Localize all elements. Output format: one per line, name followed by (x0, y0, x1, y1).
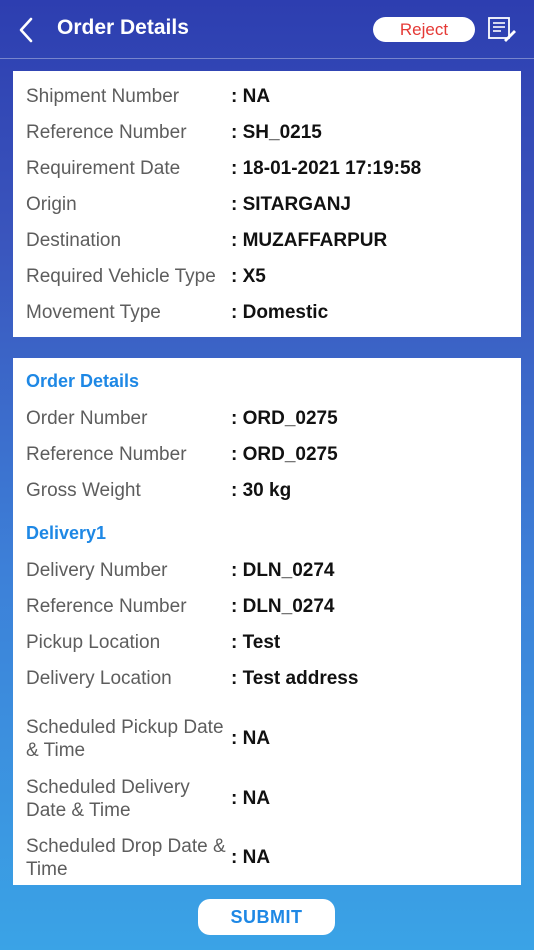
field-value: : 30 kg (231, 480, 292, 501)
field-label: Reference Number (26, 596, 187, 617)
delivery-heading: Delivery1 (26, 523, 107, 543)
field-label: Delivery Location (26, 668, 172, 689)
field-value: : NA (231, 86, 271, 107)
header-divider (0, 58, 534, 59)
field-value: : MUZAFFARPUR (231, 230, 388, 251)
field-value: : X5 (231, 266, 266, 287)
field-value: : NA (231, 728, 271, 749)
submit-button[interactable]: SUBMIT (198, 899, 335, 935)
field-label: Scheduled Delivery Date & Time (26, 777, 190, 821)
field-label: Pickup Location (26, 632, 161, 653)
reject-button[interactable]: Reject (373, 17, 475, 42)
field-label: Requirement Date (26, 158, 181, 179)
app-header: Order Details Reject (0, 0, 534, 58)
field-value: : ORD_0275 (231, 408, 338, 429)
field-value: : DLN_0274 (231, 596, 335, 617)
field-value: : SH_0215 (231, 122, 322, 143)
field-value: : DLN_0274 (231, 560, 335, 581)
field-value: : Domestic (231, 302, 329, 323)
field-value: : NA (231, 847, 271, 868)
field-label: Destination (26, 230, 122, 251)
page-title: Order Details (57, 16, 189, 39)
chevron-left-icon[interactable] (14, 16, 40, 44)
field-label: Reference Number (26, 444, 187, 465)
field-value: : Test address (231, 668, 359, 689)
field-value: : SITARGANJ (231, 194, 351, 215)
field-value: : ORD_0275 (231, 444, 338, 465)
field-label: Delivery Number (26, 560, 168, 581)
field-label: Required Vehicle Type (26, 266, 216, 287)
field-label: Scheduled Drop Date & Time (26, 836, 226, 880)
order-details-heading: Order Details (26, 371, 140, 391)
field-label: Origin (26, 194, 77, 215)
field-label: Reference Number (26, 122, 187, 143)
field-label: Order Number (26, 408, 148, 429)
field-value: : 18-01-2021 17:19:58 (231, 158, 422, 179)
shipment-card: Shipment Number : NA Reference Number : … (13, 71, 521, 337)
order-card: Order Details Order Number : ORD_0275 Re… (13, 358, 521, 885)
field-label: Shipment Number (26, 86, 180, 107)
notes-edit-icon[interactable] (487, 15, 517, 45)
field-label: Gross Weight (26, 480, 141, 501)
field-label: Movement Type (26, 302, 161, 323)
field-value: : Test (231, 632, 281, 653)
field-label: Scheduled Pickup Date & Time (26, 717, 224, 761)
field-value: : NA (231, 788, 271, 809)
